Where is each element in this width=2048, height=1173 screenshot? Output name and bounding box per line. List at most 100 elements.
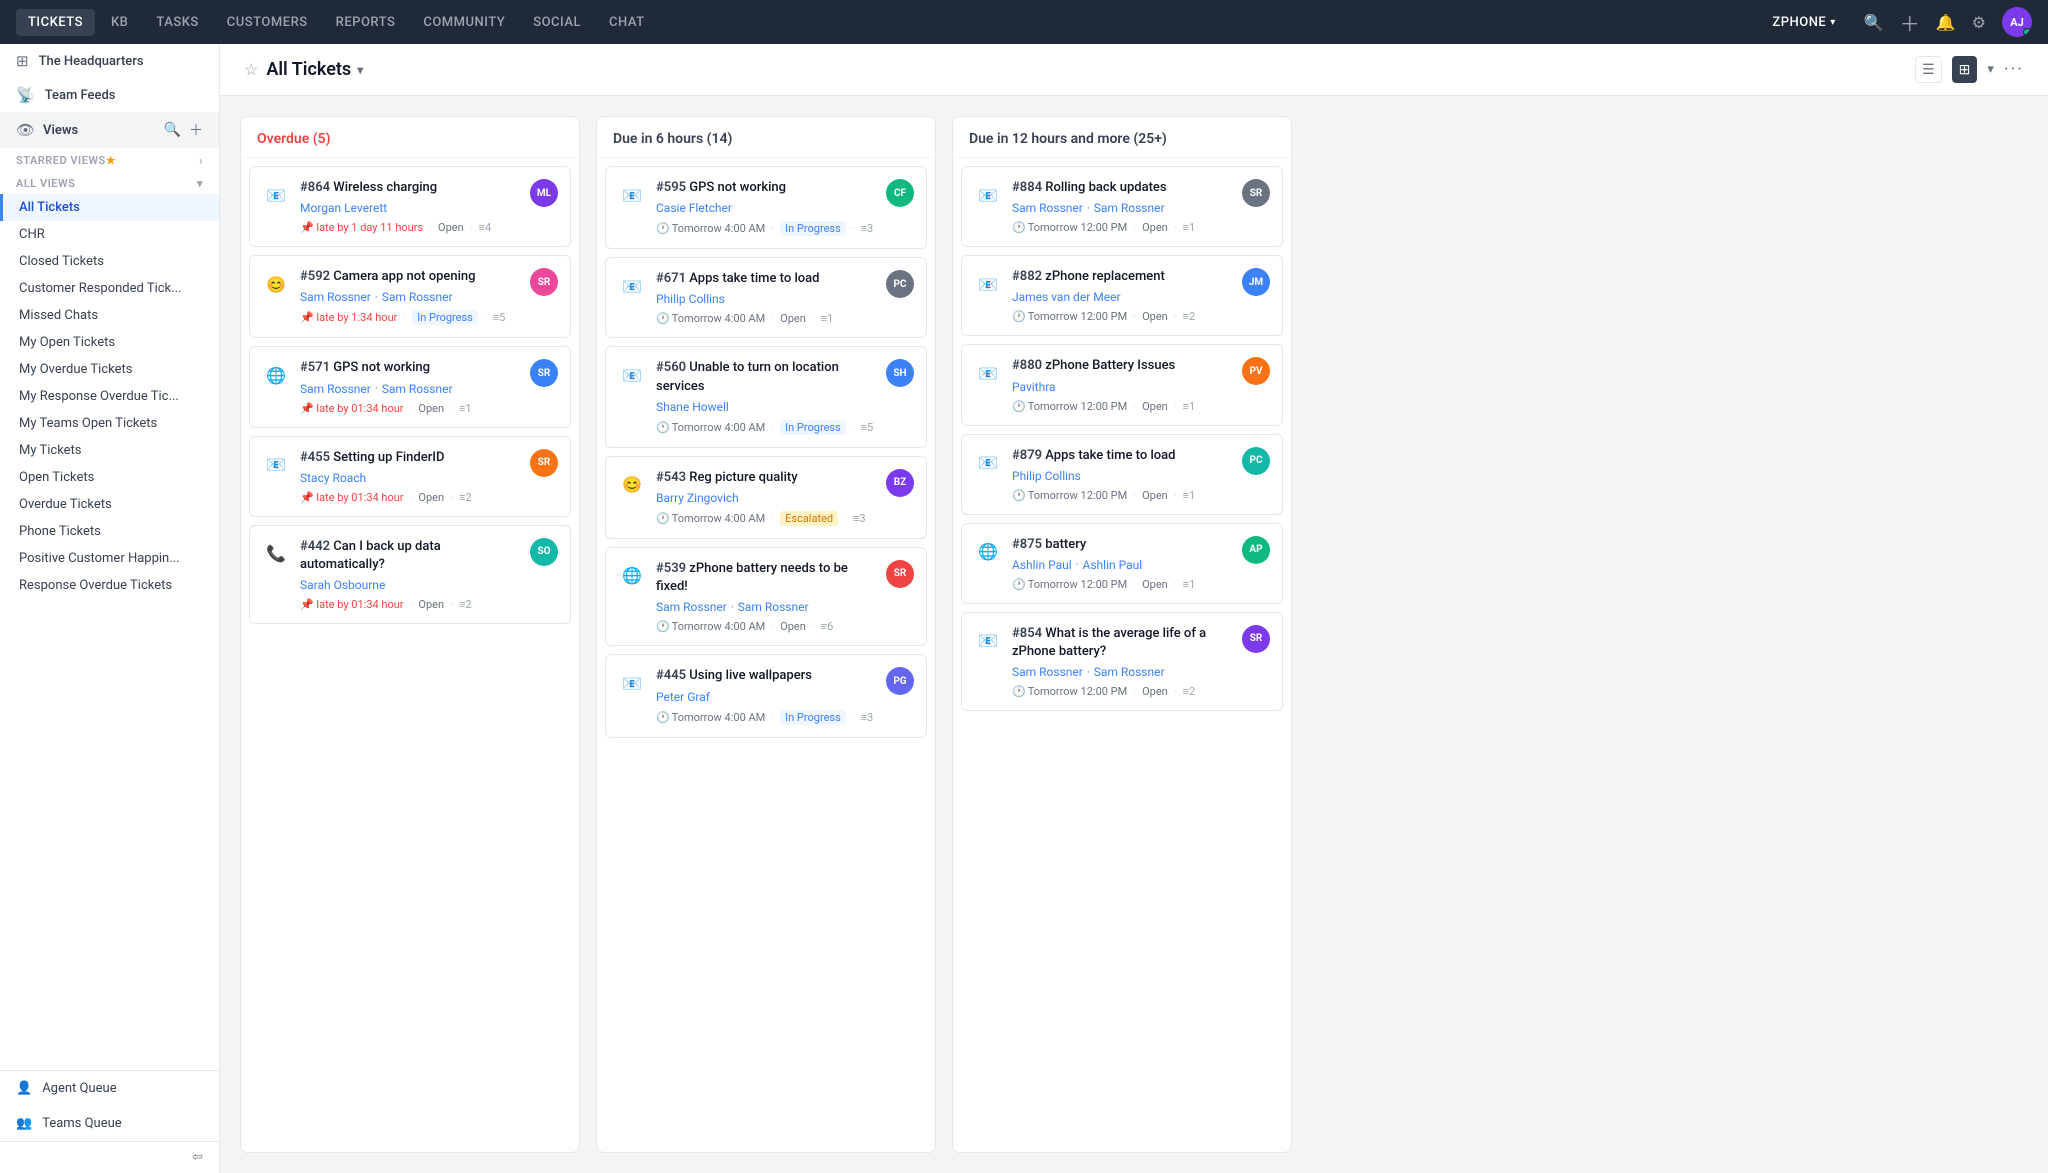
ticket-assignee2[interactable]: Sam Rossner [738,600,809,614]
column-cards-overdue: 📧 #864 Wireless charging Morgan Leverett… [241,158,579,1152]
nav-item-reports[interactable]: REPORTS [324,9,408,36]
ticket-assignee[interactable]: Sam Rossner [656,600,727,614]
ticket-card[interactable]: 📧 #864 Wireless charging Morgan Leverett… [249,166,571,247]
ticket-card[interactable]: 🌐 #875 battery Ashlin Paul · Ashlin Paul… [961,523,1283,604]
ticket-assignee[interactable]: Sam Rossner [1012,665,1083,679]
user-avatar[interactable]: AJ [2002,7,2032,37]
search-views-icon[interactable]: 🔍 [164,122,181,138]
nav-item-social[interactable]: SOCIAL [521,9,593,36]
sidebar-nav-item-my-open[interactable]: My Open Tickets [0,329,219,356]
more-options-button[interactable]: ··· [2004,59,2024,80]
view-options-dropdown[interactable]: ▾ [1987,62,1994,77]
column-header-due12: Due in 12 hours and more (25+) [953,117,1291,158]
ticket-card[interactable]: 😊 #592 Camera app not opening Sam Rossne… [249,255,571,338]
online-indicator [2023,28,2031,36]
sidebar-nav-item-response-overdue[interactable]: Response Overdue Tickets [0,572,219,599]
ticket-assignee[interactable]: Sam Rossner [300,290,371,304]
ticket-card-left: 📧 #880 zPhone Battery Issues Pavithra 🕐T… [974,357,1195,412]
ticket-assignee[interactable]: James van der Meer [1012,290,1121,304]
sidebar-nav-item-positive[interactable]: Positive Customer Happin... [0,545,219,572]
ticket-info: #875 battery Ashlin Paul · Ashlin Paul 🕐… [1012,536,1195,591]
ticket-assignee2[interactable]: Sam Rossner [382,382,453,396]
favorite-star-icon[interactable]: ☆ [244,60,258,79]
sidebar-collapse-button[interactable]: ⇦ [0,1141,219,1173]
add-icon[interactable]: ＋ [1900,8,1920,37]
sidebar-nav-item-missed-chats[interactable]: Missed Chats [0,302,219,329]
ticket-assignee[interactable]: Morgan Leverett [300,201,387,215]
sidebar-nav-item-chr[interactable]: CHR [0,221,219,248]
notifications-icon[interactable]: 🔔 [1936,13,1956,32]
agent-queue-item[interactable]: 👤 Agent Queue [0,1071,219,1106]
ticket-card-top: 😊 #592 Camera app not opening Sam Rossne… [262,268,558,325]
ticket-assignee[interactable]: Sam Rossner [300,382,371,396]
sidebar-workspace[interactable]: ⊞ The Headquarters [0,44,219,78]
ticket-card[interactable]: 🌐 #539 zPhone battery needs to be fixed!… [605,547,927,646]
nav-item-community[interactable]: COMMUNITY [411,9,517,36]
add-view-icon[interactable]: ＋ [189,120,203,140]
ticket-card[interactable]: 📧 #455 Setting up FinderID Stacy Roach 📌… [249,436,571,517]
sidebar-nav-item-my-tickets[interactable]: My Tickets [0,437,219,464]
sidebar-nav-item-overdue[interactable]: Overdue Tickets [0,491,219,518]
ticket-card[interactable]: 📧 #884 Rolling back updates Sam Rossner … [961,166,1283,247]
ticket-assignee2[interactable]: Sam Rossner [1094,201,1165,215]
ticket-assignee[interactable]: Ashlin Paul [1012,558,1072,572]
zphone-selector[interactable]: zPhone ▾ [1760,9,1847,36]
ticket-info: #882 zPhone replacement James van der Me… [1012,268,1195,323]
ticket-type-icon: 📧 [618,669,646,697]
sidebar-nav-item-my-response-overdue[interactable]: My Response Overdue Tic... [0,383,219,410]
ticket-card[interactable]: 📧 #879 Apps take time to load Philip Col… [961,434,1283,515]
ticket-card[interactable]: 📞 #442 Can I back up data automatically?… [249,525,571,624]
sidebar-nav-item-customer-responded[interactable]: Customer Responded Tick... [0,275,219,302]
grid-view-button[interactable]: ⊞ [1952,56,1978,83]
ticket-card[interactable]: 📧 #560 Unable to turn on location servic… [605,346,927,447]
nav-item-tasks[interactable]: TASKS [144,9,210,36]
sidebar-team-feeds[interactable]: 📡 Team Feeds [0,78,219,112]
ticket-assignee[interactable]: Stacy Roach [300,471,366,485]
ticket-message-count: ≡6 [821,620,834,633]
ticket-info: #864 Wireless charging Morgan Leverett 📌… [300,179,491,234]
ticket-avatar: PV [1242,357,1270,385]
page-title-dropdown[interactable]: ▾ [357,63,363,77]
ticket-card[interactable]: 📧 #445 Using live wallpapers Peter Graf … [605,654,927,737]
ticket-card[interactable]: 📧 #882 zPhone replacement James van der … [961,255,1283,336]
ticket-assignee[interactable]: Philip Collins [1012,469,1081,483]
ticket-due-time: 🕐Tomorrow 12:00 PM [1012,489,1127,502]
sidebar-nav-item-closed[interactable]: Closed Tickets [0,248,219,275]
ticket-card[interactable]: 📧 #595 GPS not working Casie Fletcher 🕐T… [605,166,927,249]
sidebar-nav-item-phone[interactable]: Phone Tickets [0,518,219,545]
ticket-card[interactable]: 📧 #880 zPhone Battery Issues Pavithra 🕐T… [961,344,1283,425]
search-icon[interactable]: 🔍 [1864,13,1884,32]
chevron-down-icon[interactable]: ▾ [197,177,203,190]
ticket-assignee2[interactable]: Ashlin Paul [1083,558,1143,572]
ticket-card[interactable]: 📧 #854 What is the average life of a zPh… [961,612,1283,711]
list-view-button[interactable]: ☰ [1915,56,1942,83]
ticket-assignee[interactable]: Peter Graf [656,690,710,704]
ticket-card[interactable]: 🌐 #571 GPS not working Sam Rossner · Sam… [249,346,571,427]
ticket-assignee[interactable]: Pavithra [1012,380,1056,394]
sidebar-nav-item-my-overdue[interactable]: My Overdue Tickets [0,356,219,383]
nav-item-kb[interactable]: KB [99,9,140,36]
ticket-assignee[interactable]: Casie Fletcher [656,201,732,215]
ticket-message-count: ≡5 [861,421,874,434]
teams-queue-item[interactable]: 👥 Teams Queue [0,1106,219,1141]
ticket-assignee[interactable]: Shane Howell [656,400,729,414]
ticket-card[interactable]: 📧 #671 Apps take time to load Philip Col… [605,257,927,338]
ticket-assignee[interactable]: Sam Rossner [1012,201,1083,215]
ticket-assignee2[interactable]: Sam Rossner [1094,665,1165,679]
nav-item-tickets[interactable]: TICKETS [16,9,95,36]
sidebar-nav-item-open[interactable]: Open Tickets [0,464,219,491]
chevron-right-icon[interactable]: › [199,154,203,167]
ticket-type-icon: 🌐 [262,361,290,389]
ticket-card[interactable]: 😊 #543 Reg picture quality Barry Zingovi… [605,456,927,539]
sidebar-nav-item-my-teams-open[interactable]: My Teams Open Tickets [0,410,219,437]
nav-item-customers[interactable]: CUSTOMERS [215,9,320,36]
sidebar-nav-item-all-tickets[interactable]: All Tickets [0,194,219,221]
settings-icon[interactable]: ⚙ [1972,13,1986,32]
ticket-assignee[interactable]: Sarah Osbourne [300,578,385,592]
nav-item-chat[interactable]: CHAT [597,9,657,36]
workspace-icon: ⊞ [16,52,29,70]
ticket-assignee[interactable]: Philip Collins [656,292,725,306]
ticket-late-indicator: 📌 late by 01:34 hour [300,598,404,611]
ticket-assignee[interactable]: Barry Zingovich [656,491,739,505]
ticket-assignee2[interactable]: Sam Rossner [382,290,453,304]
